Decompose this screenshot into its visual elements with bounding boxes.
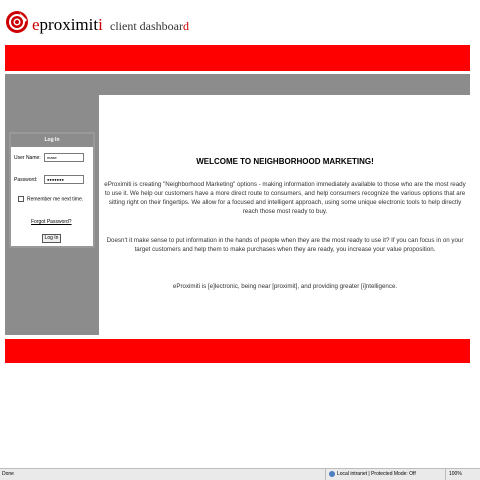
nav-bar bbox=[5, 74, 470, 95]
eproximiti-logo-icon bbox=[6, 11, 28, 33]
remember-me[interactable]: Remember me next time. bbox=[18, 196, 83, 202]
dashboard-subtitle: client dashboard bbox=[110, 19, 189, 33]
main-content: WELCOME TO NEIGHBORHOOD MARKETING! eProx… bbox=[100, 95, 470, 335]
username-label: User Name: bbox=[14, 155, 41, 161]
password-label: Password: bbox=[14, 177, 38, 183]
username-input[interactable] bbox=[44, 153, 84, 162]
status-text: Done bbox=[2, 471, 14, 477]
browser-status-bar: Done Local intranet | Protected Mode: Of… bbox=[0, 468, 480, 480]
header: eproximiti client dashboard bbox=[0, 0, 480, 44]
checkbox-icon[interactable] bbox=[18, 196, 24, 202]
login-button[interactable]: Log In bbox=[42, 234, 61, 243]
login-title: Log In bbox=[11, 134, 93, 147]
bottom-red-banner bbox=[5, 339, 470, 363]
forgot-password-link[interactable]: Forgot Password? bbox=[31, 219, 72, 225]
remember-me-label: Remember me next time. bbox=[27, 196, 84, 203]
value-paragraph: Doesn't it make sense to put information… bbox=[106, 237, 464, 253]
sidebar: Log In User Name: Password: ●●●●●●● Reme… bbox=[5, 95, 99, 335]
zoom-level[interactable]: 100% bbox=[445, 469, 462, 480]
globe-icon bbox=[329, 470, 335, 477]
welcome-heading: WELCOME TO NEIGHBORHOOD MARKETING! bbox=[196, 157, 374, 166]
name-meaning-paragraph: eProximiti is [e]lectronic, being near [… bbox=[172, 283, 398, 290]
top-red-banner bbox=[5, 45, 470, 71]
password-input[interactable]: ●●●●●●● bbox=[44, 175, 84, 184]
brand-wordmark: eproximiti bbox=[32, 15, 103, 34]
intro-paragraph: eProximiti is creating "Neighborhood Mar… bbox=[104, 181, 466, 215]
security-zone-label: Local intranet | Protected Mode: Off bbox=[337, 471, 416, 477]
security-zone: Local intranet | Protected Mode: Off bbox=[325, 469, 416, 480]
login-panel: Log In User Name: Password: ●●●●●●● Reme… bbox=[9, 132, 95, 248]
